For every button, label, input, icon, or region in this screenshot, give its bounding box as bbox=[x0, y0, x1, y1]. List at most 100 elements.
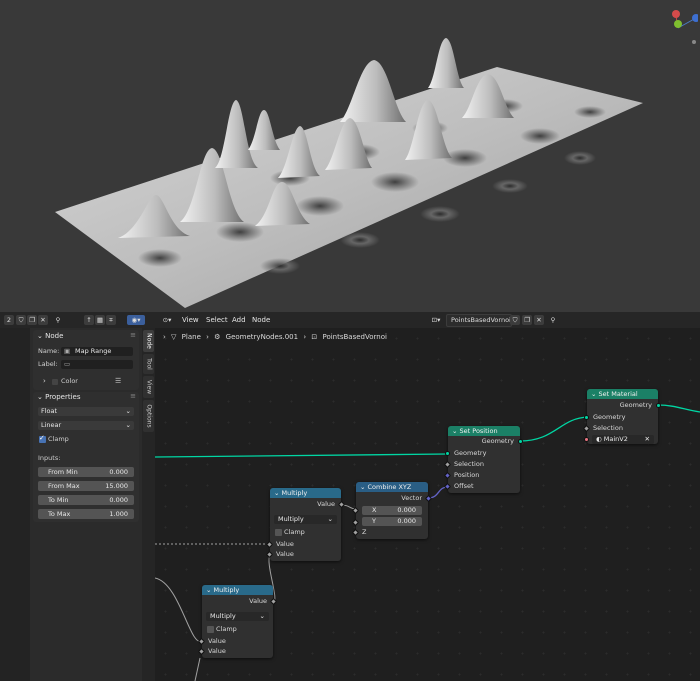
color-subpanel[interactable]: › Color ☰ bbox=[43, 377, 135, 387]
snap-icon[interactable]: ⌗ bbox=[106, 315, 116, 325]
clamp-checkbox[interactable] bbox=[207, 626, 214, 633]
geometry-link bbox=[155, 453, 449, 458]
unlink-tree-icon[interactable]: ✕ bbox=[534, 315, 544, 325]
x-field[interactable]: X 0.000 bbox=[362, 506, 422, 515]
offset-label: Offset bbox=[454, 482, 474, 490]
node-tree-type-icon[interactable]: ◉▾ bbox=[127, 315, 145, 325]
node-panel: ⌄ Node ≡ Name: ▣ Map Range Label: ▭ › Co… bbox=[33, 330, 139, 390]
node-editor-canvas[interactable]: › ▽ Plane › ⚙ GeometryNodes.001 › ⊡ Poin… bbox=[155, 328, 700, 681]
material-socket[interactable] bbox=[584, 437, 589, 442]
properties-panel-title: Properties bbox=[45, 393, 81, 401]
input-geometry-socket[interactable] bbox=[584, 415, 589, 420]
chevron-down-icon: ⌄ bbox=[360, 483, 368, 491]
clamp-checkbox[interactable] bbox=[275, 529, 282, 536]
name-field[interactable]: ▣ Map Range bbox=[61, 347, 133, 356]
pin-tree-icon[interactable]: ⚲ bbox=[548, 315, 558, 325]
editor-type-dropdown[interactable]: ⊙▾ bbox=[159, 315, 175, 325]
node-header[interactable]: ⌄ Multiply bbox=[270, 488, 341, 498]
menu-add[interactable]: Add bbox=[232, 315, 246, 325]
overlay-icon[interactable]: ▦ bbox=[95, 315, 105, 325]
properties-panel-header[interactable]: ⌄ Properties bbox=[37, 392, 81, 402]
menu-select[interactable]: Select bbox=[206, 315, 228, 325]
clamp-checkbox[interactable]: ✓ bbox=[39, 434, 46, 443]
chevron-down-icon: ⌄ bbox=[37, 393, 43, 401]
menu-node[interactable]: Node bbox=[252, 315, 270, 325]
label-field[interactable]: ▭ bbox=[61, 360, 133, 369]
node-panel-header[interactable]: ⌄ Node bbox=[37, 331, 63, 341]
node-icon: ▣ bbox=[64, 347, 71, 355]
input-value-label-2: Value bbox=[276, 550, 294, 558]
node-header[interactable]: ⌄ Combine XYZ bbox=[356, 482, 428, 492]
operation-dropdown[interactable]: Multiply ⌄ bbox=[274, 515, 337, 524]
input-value-label-1: Value bbox=[208, 637, 226, 645]
navigation-gizmo[interactable] bbox=[666, 6, 698, 46]
arrow-up-icon[interactable]: ↑ bbox=[84, 315, 94, 325]
tab-tool[interactable]: Tool bbox=[143, 354, 154, 374]
duplicate-tree-icon[interactable]: ❐ bbox=[522, 315, 532, 325]
output-value-label: Value bbox=[317, 500, 335, 508]
chevron-down-icon: ⌄ bbox=[259, 612, 265, 620]
node-tree-name-field[interactable]: PointsBasedVornoi bbox=[446, 314, 512, 327]
multiply-node-2[interactable]: ⌄ Multiply Value Multiply ⌄ Clamp Value … bbox=[197, 585, 278, 658]
node-panel-title: Node bbox=[45, 332, 64, 340]
drag-handle-icon[interactable]: ≡ bbox=[130, 331, 136, 339]
chevron-down-icon: ⌄ bbox=[125, 421, 131, 429]
chevron-down-icon: ⌄ bbox=[591, 390, 599, 398]
selection-label: Selection bbox=[593, 424, 623, 432]
material-sphere-icon: ◐ bbox=[596, 435, 604, 443]
from-max-field[interactable]: From Max 15.000 bbox=[38, 481, 134, 491]
list-icon[interactable]: ☰ bbox=[115, 377, 121, 385]
close-icon[interactable]: ✕ bbox=[645, 435, 650, 444]
3d-viewport[interactable] bbox=[0, 0, 700, 312]
node-tree-browse-icon[interactable]: ⊡▾ bbox=[428, 315, 444, 325]
y-field[interactable]: Y 0.000 bbox=[362, 517, 422, 526]
sidebar-left-strip bbox=[0, 328, 30, 681]
clamp-label: Clamp bbox=[284, 528, 305, 536]
data-type-dropdown[interactable]: Float ⌄ bbox=[38, 407, 134, 416]
sidebar-tabs: Node Tool View Options bbox=[142, 328, 155, 681]
terrain-plane bbox=[55, 67, 643, 308]
chevron-down-icon: ⌄ bbox=[327, 515, 333, 523]
y-axis-icon bbox=[674, 20, 682, 28]
output-geometry-socket[interactable] bbox=[518, 439, 523, 444]
interpolation-dropdown[interactable]: Linear ⌄ bbox=[38, 421, 134, 430]
close-icon[interactable]: ✕ bbox=[38, 315, 48, 325]
float-link bbox=[155, 577, 203, 642]
chevron-down-icon: ⌄ bbox=[274, 489, 282, 497]
material-field[interactable]: ◐ MainV2 ✕ bbox=[592, 435, 654, 444]
operation-dropdown[interactable]: Multiply ⌄ bbox=[206, 612, 269, 621]
from-min-field[interactable]: From Min 0.000 bbox=[38, 467, 134, 477]
input-value-label-2: Value bbox=[208, 647, 226, 655]
to-min-field[interactable]: To Min 0.000 bbox=[38, 495, 134, 505]
set-material-node[interactable]: ⌄ Set Material Geometry Geometry Selecti… bbox=[582, 389, 661, 444]
vector-link bbox=[427, 486, 449, 499]
duplicate-icon[interactable]: ❐ bbox=[27, 315, 37, 325]
multiply-node-1[interactable]: ⌄ Multiply Value Multiply ⌄ Clamp Value … bbox=[265, 488, 346, 561]
properties-panel: ⌄ Properties ≡ Float ⌄ Linear ⌄ ✓ Clamp … bbox=[33, 392, 139, 522]
pin-icon[interactable]: ⚲ bbox=[53, 315, 63, 325]
label-label: Label: bbox=[38, 360, 58, 368]
input-geometry-socket[interactable] bbox=[445, 451, 450, 456]
clamp-label: Clamp bbox=[48, 435, 69, 443]
node-header[interactable]: ⌄ Set Position bbox=[448, 426, 520, 436]
node-header[interactable]: ⌄ Multiply bbox=[202, 585, 273, 595]
tab-node[interactable]: Node bbox=[143, 330, 154, 352]
color-checkbox[interactable] bbox=[52, 379, 58, 385]
tab-view[interactable]: View bbox=[143, 376, 154, 398]
shield-icon[interactable]: ⛉ bbox=[16, 315, 26, 325]
chevron-down-icon: ⌄ bbox=[37, 332, 43, 340]
node-header[interactable]: ⌄ Set Material bbox=[587, 389, 658, 399]
output-vector-label: Vector bbox=[401, 494, 422, 502]
drag-handle-icon[interactable]: ≡ bbox=[130, 392, 136, 400]
output-geometry-socket[interactable] bbox=[656, 403, 661, 408]
to-max-field[interactable]: To Max 1.000 bbox=[38, 509, 134, 519]
set-position-node[interactable]: ⌄ Set Position Geometry Geometry Selecti… bbox=[443, 426, 523, 493]
text-icon: ▭ bbox=[64, 360, 71, 368]
combine-xyz-node[interactable]: ⌄ Combine XYZ Vector X 0.000 Y 0.000 Z bbox=[351, 482, 433, 539]
tab-options[interactable]: Options bbox=[143, 400, 154, 432]
fake-user-shield-icon[interactable]: ⛉ bbox=[510, 315, 520, 325]
slot-number-field[interactable]: 2 bbox=[4, 315, 14, 325]
name-label: Name: bbox=[38, 347, 60, 355]
node-editor-header: 2 ⛉ ❐ ✕ ⚲ ↑ ▦ ⌗ ◉▾ ⊙▾ View Select Add No… bbox=[0, 312, 700, 329]
menu-view[interactable]: View bbox=[182, 315, 199, 325]
